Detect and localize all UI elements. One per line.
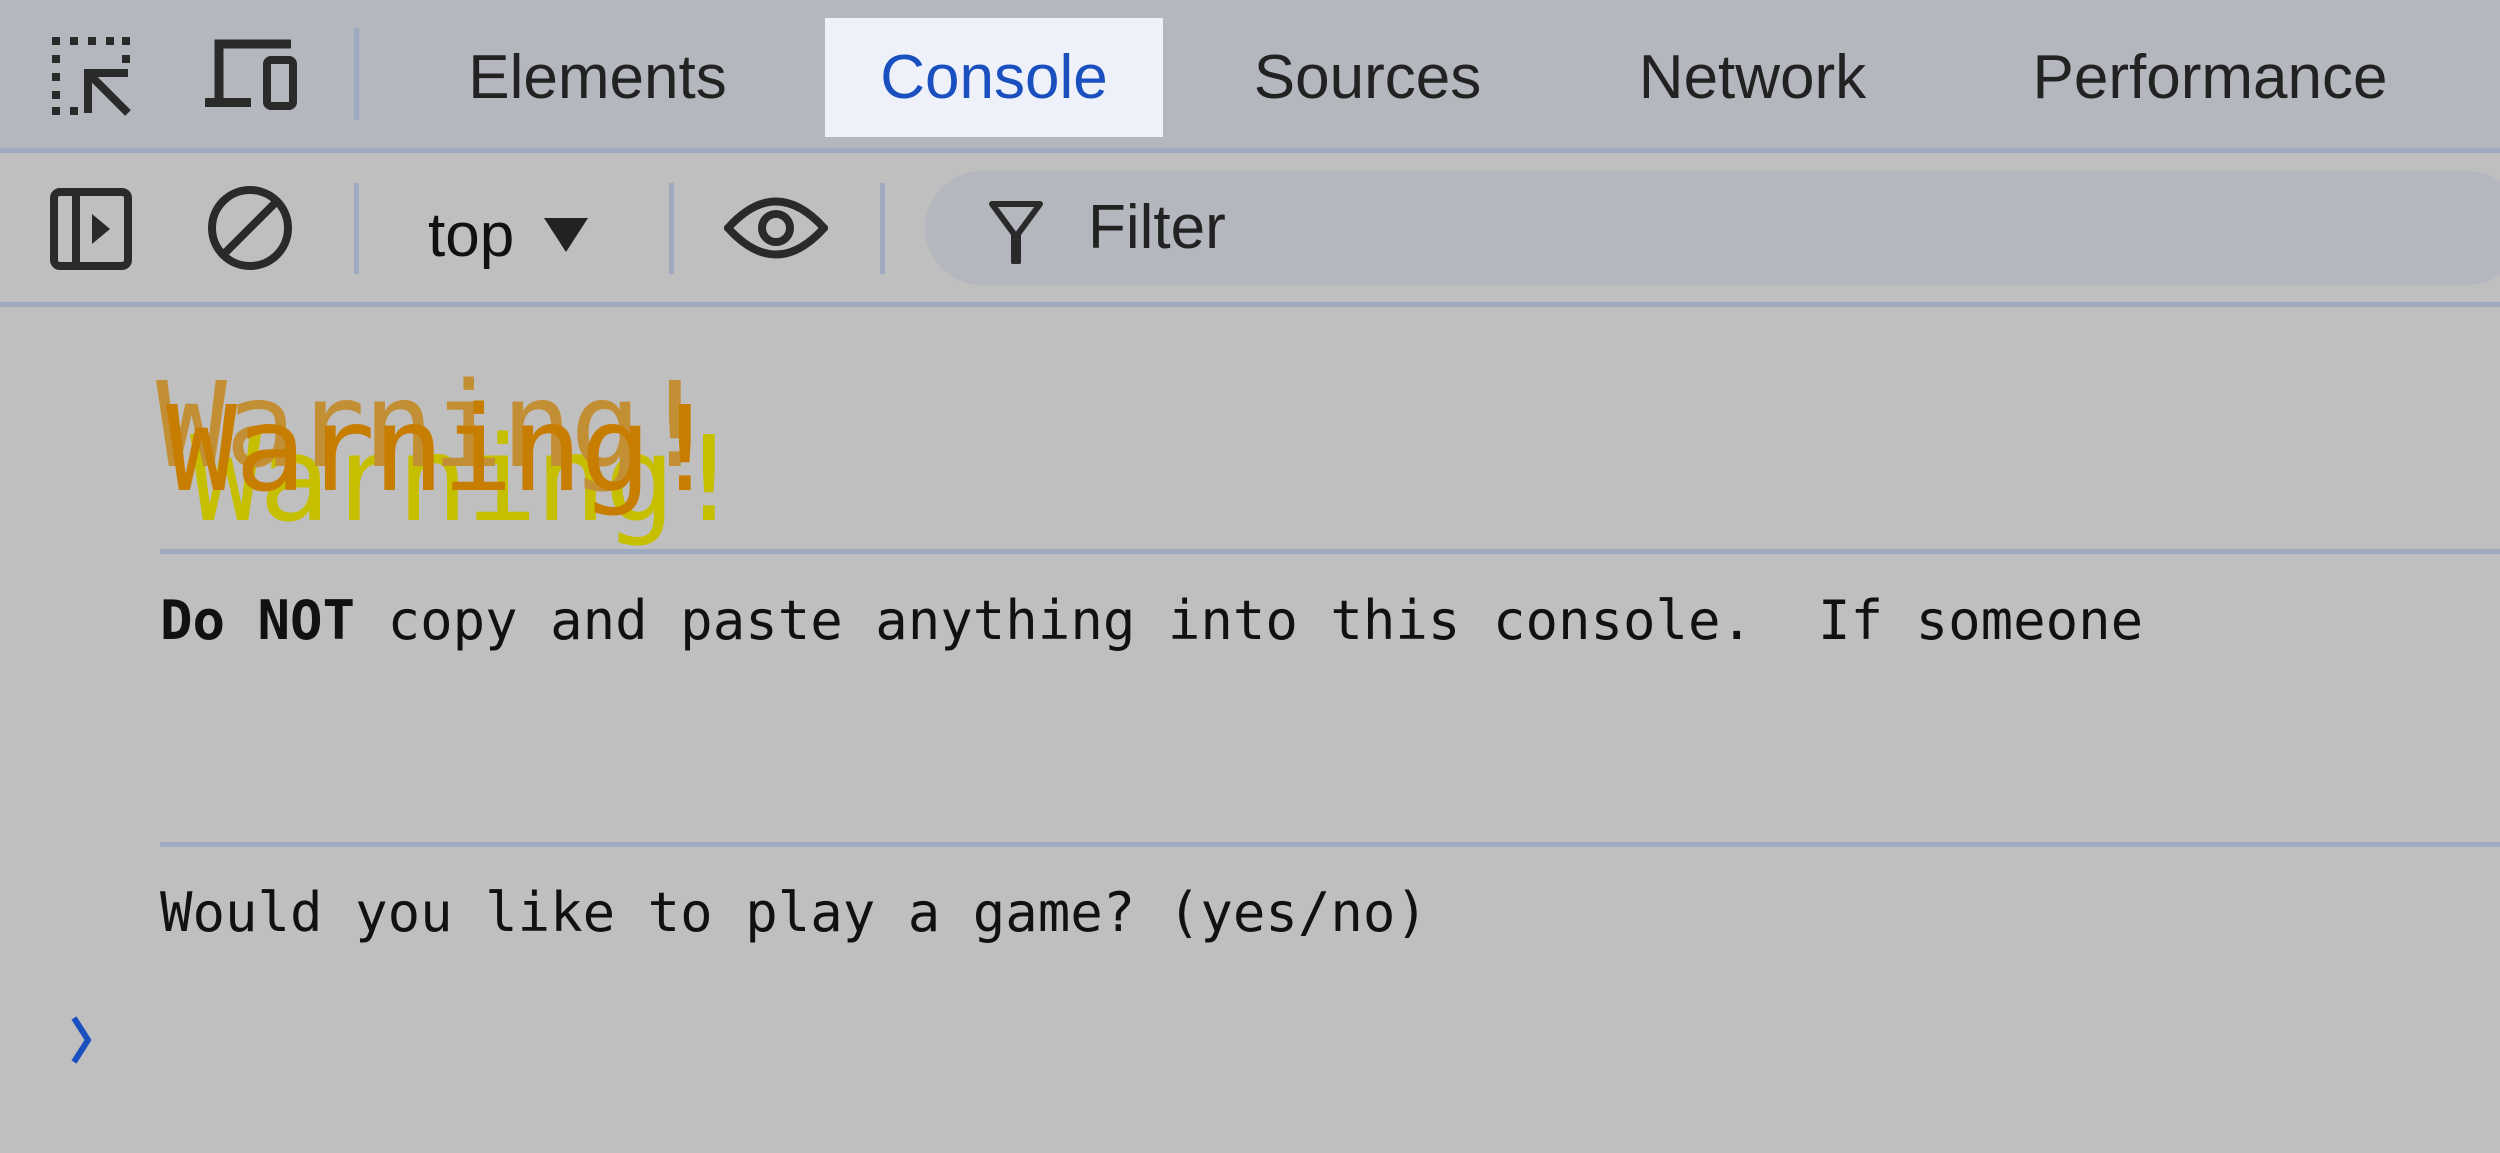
warning-text: copy and paste anything into this consol… xyxy=(355,589,2176,652)
sidebar-toggle-icon[interactable] xyxy=(50,188,132,270)
context-selector[interactable]: top xyxy=(428,190,589,280)
tab-label: Performance xyxy=(2032,43,2388,112)
filter-placeholder: Filter xyxy=(1088,193,1226,262)
game-prompt-message: Would you like to play a game? (yes/no) xyxy=(160,881,1428,944)
dropdown-arrow-icon xyxy=(544,218,589,252)
toolbar-separator xyxy=(354,183,359,274)
tab-elements[interactable]: Elements xyxy=(440,18,755,137)
tab-label: Elements xyxy=(468,43,727,112)
tab-network[interactable]: Network xyxy=(1605,18,1900,137)
console-prompt-chevron-icon xyxy=(71,1016,92,1064)
warning-message: Do NOT copy and paste anything into this… xyxy=(160,594,2176,648)
context-value: top xyxy=(428,200,515,270)
eye-icon[interactable] xyxy=(724,193,828,263)
tab-sources[interactable]: Sources xyxy=(1230,18,1505,137)
inspect-element-icon[interactable] xyxy=(50,33,134,117)
warning-emphasis: Do NOT xyxy=(160,589,356,652)
clear-console-icon[interactable] xyxy=(206,184,294,272)
tab-label: Console xyxy=(880,43,1108,112)
toolbar-separator xyxy=(669,183,674,274)
device-toolbar-icon[interactable] xyxy=(205,38,297,110)
warning-heading: Warning! xyxy=(166,380,720,518)
tab-label: Network xyxy=(1638,43,1867,112)
tab-bar-separator xyxy=(354,28,359,120)
message-separator xyxy=(160,842,2500,847)
console-input[interactable] xyxy=(110,1000,2500,1080)
toolbar-separator xyxy=(880,183,885,274)
tab-performance[interactable]: Performance xyxy=(2000,18,2420,137)
tab-label: Sources xyxy=(1253,43,1482,112)
message-separator xyxy=(160,549,2500,554)
toolbar-divider xyxy=(0,302,2500,307)
tab-console[interactable]: Console xyxy=(825,18,1163,137)
filter-icon xyxy=(989,201,1043,264)
